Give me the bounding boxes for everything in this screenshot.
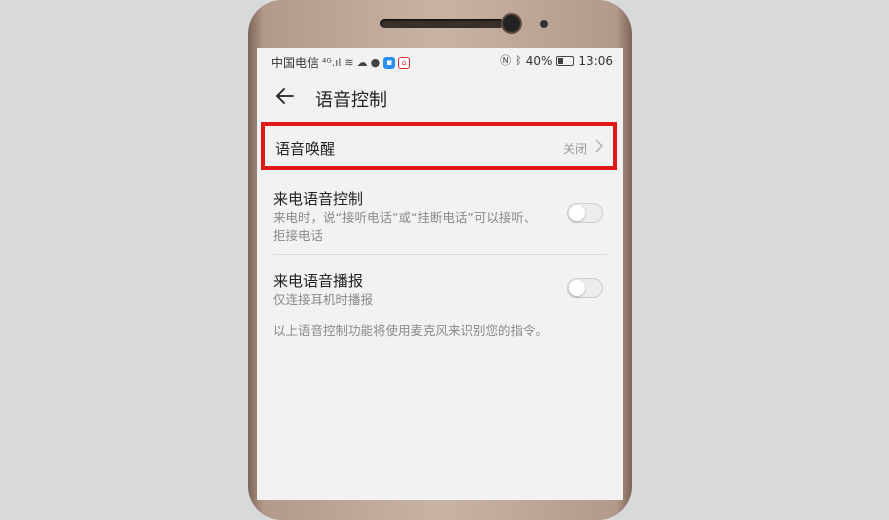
page-title: 语音控制 [315,90,387,111]
call-voice-announce-row[interactable]: 来电语音播报 仅连接耳机时播报 [273,270,607,310]
microphone-footnote: 以上语音控制功能将使用麦克风来识别您的指令。 [273,323,549,338]
red-app-icon: ⌂ [398,56,411,69]
call-voice-control-description: 来电时，说“接听电话”或“挂断电话”可以接听、拒接电话 [273,210,537,243]
call-voice-announce-description: 仅连接耳机时播报 [273,292,374,307]
title-bar: 语音控制 [257,76,623,120]
cloud-icon: ☁ [356,55,368,69]
voice-wake-label: 语音唤醒 [275,140,336,158]
voice-wake-status: 关闭 [562,142,587,156]
earpiece-speaker [380,19,504,28]
divider [273,254,607,255]
toggle-knob [569,205,585,221]
bluetooth-icon: ᛒ [515,54,522,67]
phone-screen: 中国电信 ⁴ᴳ.ıl ≋ ☁ ● ▪ ⌂ Ⓝ ᛒ 40% 13:06 语音控制 … [257,48,623,500]
nfc-icon: Ⓝ [500,54,512,67]
voice-wake-item[interactable]: 语音唤醒 关闭 [261,122,617,170]
call-voice-control-row[interactable]: 来电语音控制 来电时，说“接听电话”或“挂断电话”可以接听、拒接电话 [273,188,607,244]
clock: 13:06 [578,54,613,68]
proximity-sensor [540,20,548,28]
status-left: 中国电信 ⁴ᴳ.ıl ≋ ☁ ● ▪ ⌂ [271,54,411,71]
carrier-name: 中国电信 [271,56,320,70]
back-arrow-icon[interactable] [273,84,297,108]
app-notification-icon: ▪ [383,56,396,69]
call-voice-announce-title: 来电语音播报 [273,272,364,290]
wifi-icon: ≋ [344,55,354,69]
battery-percent: 40% [525,54,553,68]
message-icon: ● [370,55,381,69]
battery-icon [556,56,575,66]
status-bar: 中国电信 ⁴ᴳ.ıl ≋ ☁ ● ▪ ⌂ Ⓝ ᛒ 40% 13:06 [257,48,623,74]
call-voice-control-toggle[interactable] [567,203,603,223]
call-voice-control-title: 来电语音控制 [273,190,364,208]
chevron-right-icon [595,139,603,153]
status-right: Ⓝ ᛒ 40% 13:06 [500,54,613,68]
call-voice-announce-toggle[interactable] [567,278,603,298]
front-camera [503,15,520,32]
toggle-knob [569,280,585,296]
signal-icon: ⁴ᴳ.ıl [322,55,342,69]
